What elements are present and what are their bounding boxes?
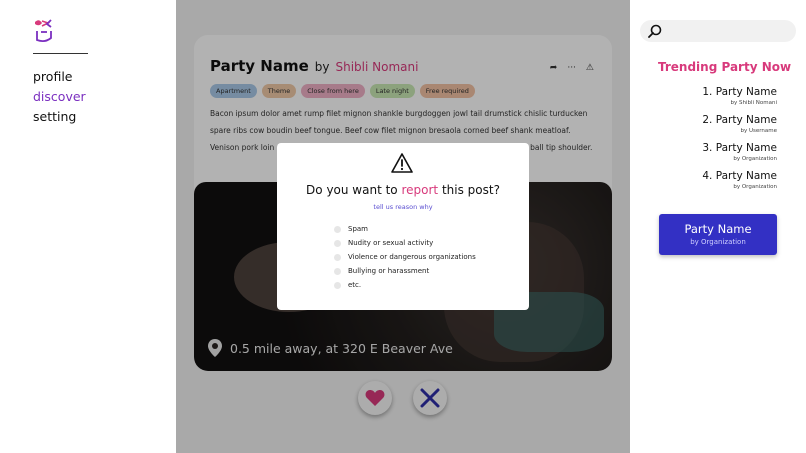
trending-item-author: by Username — [740, 128, 777, 134]
logo-icon[interactable] — [33, 18, 57, 44]
trending-item[interactable]: 3. Party Name by Organization — [702, 142, 777, 164]
search-icon[interactable] — [648, 24, 662, 38]
report-option-violence[interactable]: Violence or dangerous organizations — [334, 250, 476, 264]
report-option-spam[interactable]: Spam — [334, 222, 476, 236]
report-title-text: this post? — [438, 183, 500, 197]
right-panel: Trending Party Now 1. Party Name by Shib… — [630, 0, 806, 453]
radio-button[interactable] — [334, 253, 341, 261]
featured-party-card[interactable]: Party Name by Organization — [659, 214, 777, 255]
trending-item-author: by Shibli Nomani — [730, 100, 777, 106]
sidebar-item-profile[interactable]: profile — [33, 67, 86, 87]
app: profile discover setting Party Name by S… — [0, 0, 806, 453]
sidebar-item-discover[interactable]: discover — [33, 87, 86, 107]
report-modal: Do you want to report this post? tell us… — [277, 143, 529, 310]
trending-item[interactable]: 4. Party Name by Organization — [702, 170, 777, 192]
report-option-label: Violence or dangerous organizations — [348, 253, 476, 261]
featured-party-name: Party Name — [684, 222, 752, 236]
report-option-label: Bullying or harassment — [348, 267, 430, 275]
trending-item[interactable]: 2. Party Name by Username — [702, 114, 777, 136]
trending-title: Trending Party Now — [658, 60, 792, 74]
radio-button[interactable] — [334, 267, 341, 275]
report-modal-title: Do you want to report this post? — [277, 183, 529, 197]
search-input[interactable] — [668, 23, 788, 39]
trending-item[interactable]: 1. Party Name by Shibli Nomani — [702, 86, 777, 108]
left-sidebar: profile discover setting — [0, 0, 176, 453]
report-option-label: Spam — [348, 225, 368, 233]
radio-button[interactable] — [334, 239, 341, 247]
trending-item-author: by Organization — [733, 156, 777, 162]
trending-item-name: 4. Party Name — [702, 170, 777, 182]
report-option-etc[interactable]: etc. — [334, 278, 476, 292]
radio-button[interactable] — [334, 225, 341, 233]
logo-divider — [33, 53, 88, 54]
search-bar — [640, 20, 796, 42]
trending-item-author: by Organization — [733, 184, 777, 190]
report-option-nudity[interactable]: Nudity or sexual activity — [334, 236, 476, 250]
trending-item-name: 1. Party Name — [702, 86, 777, 98]
report-option-label: etc. — [348, 281, 362, 289]
sidebar-nav: profile discover setting — [33, 67, 86, 127]
report-options: Spam Nudity or sexual activity Violence … — [334, 222, 476, 292]
report-title-text: Do you want to — [306, 183, 402, 197]
report-option-bullying[interactable]: Bullying or harassment — [334, 264, 476, 278]
featured-party-author: by Organization — [690, 238, 746, 246]
sidebar-item-setting[interactable]: setting — [33, 107, 86, 127]
radio-button[interactable] — [334, 281, 341, 289]
trending-item-name: 3. Party Name — [702, 142, 777, 154]
warning-icon — [391, 153, 413, 173]
report-modal-subtitle: tell us reason why — [373, 203, 433, 211]
report-option-label: Nudity or sexual activity — [348, 239, 434, 247]
trending-item-name: 2. Party Name — [702, 114, 777, 126]
report-title-highlight: report — [401, 183, 439, 197]
